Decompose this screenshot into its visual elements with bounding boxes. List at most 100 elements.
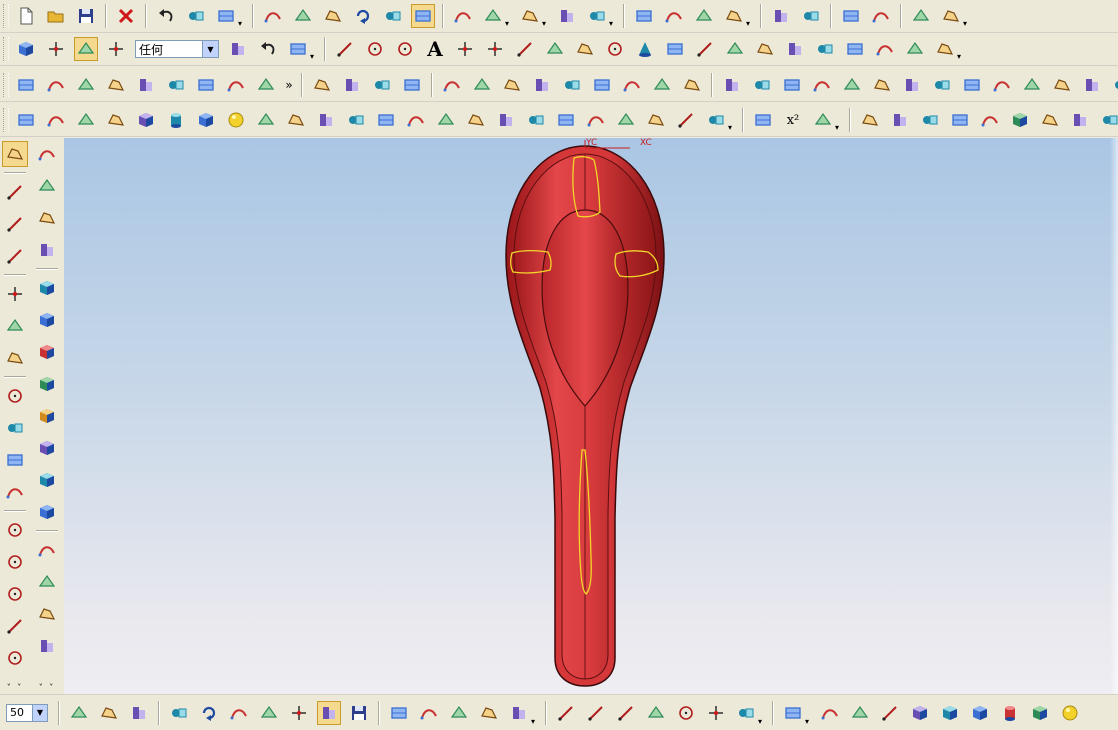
move-view-button[interactable] — [507, 701, 531, 725]
cone-solid-blue-button[interactable] — [1028, 701, 1052, 725]
section-surface-button[interactable] — [194, 73, 218, 97]
pan-button[interactable] — [381, 4, 405, 28]
blend-face-button[interactable] — [34, 569, 60, 595]
orient-button[interactable] — [286, 37, 310, 61]
type-filter-select[interactable]: 任何 ▼ — [135, 40, 219, 58]
feature-cap-button[interactable] — [34, 601, 60, 627]
global-shape-button[interactable] — [530, 73, 554, 97]
circle-button[interactable] — [393, 37, 417, 61]
zoom-button[interactable] — [321, 4, 345, 28]
line-tool-button[interactable] — [2, 179, 28, 205]
face-outline-button[interactable] — [878, 701, 902, 725]
open-button[interactable] — [44, 4, 68, 28]
extension-button[interactable] — [310, 73, 334, 97]
wcs-save-button[interactable] — [347, 701, 371, 725]
replace-button[interactable] — [720, 73, 744, 97]
cube-view-5-button[interactable] — [34, 403, 60, 429]
match-edge-button[interactable] — [620, 73, 644, 97]
tube-button[interactable] — [104, 108, 128, 132]
block-solid-button[interactable] — [908, 701, 932, 725]
slot-button[interactable] — [374, 108, 398, 132]
dropdown-arrow-icon[interactable]: ▾ — [835, 124, 843, 132]
dropdown-arrow-icon[interactable]: ▾ — [957, 53, 965, 61]
radius-button[interactable] — [692, 4, 716, 28]
x-form-button[interactable] — [560, 73, 584, 97]
bridge-curve-button[interactable] — [753, 37, 777, 61]
draft-button[interactable] — [554, 108, 578, 132]
edit-object-button[interactable] — [184, 4, 208, 28]
styled-blend-button[interactable] — [870, 73, 894, 97]
layout-button[interactable] — [34, 141, 60, 167]
refit-button[interactable] — [750, 73, 774, 97]
curve-analysis-button[interactable] — [662, 4, 686, 28]
shape-button[interactable] — [990, 73, 1014, 97]
circle-center-button[interactable] — [2, 549, 28, 575]
save-button[interactable] — [74, 4, 98, 28]
wrap-curve-button[interactable] — [813, 37, 837, 61]
datum-axis-button[interactable] — [674, 108, 698, 132]
axis-tool-button[interactable] — [2, 211, 28, 237]
new-button[interactable] — [14, 4, 38, 28]
draft-face-button[interactable] — [34, 633, 60, 659]
line-sketch-button[interactable] — [554, 701, 578, 725]
zoom-select[interactable]: 50 ▼ — [6, 703, 48, 722]
shell-button[interactable] — [434, 108, 458, 132]
spline-button[interactable] — [693, 37, 717, 61]
wcs-active-button[interactable] — [317, 700, 341, 725]
patch-button[interactable] — [680, 73, 704, 97]
cube-view-1-button[interactable] — [34, 275, 60, 301]
surface-grid-button[interactable] — [14, 73, 38, 97]
pocket-button[interactable] — [314, 108, 338, 132]
sweep-button[interactable] — [74, 108, 98, 132]
curvature-button[interactable] — [1050, 73, 1074, 97]
chamfer-button[interactable] — [614, 108, 638, 132]
spline-sketch-button[interactable] — [614, 701, 638, 725]
silhouette-button[interactable] — [960, 73, 984, 97]
cube-solid-button[interactable] — [968, 701, 992, 725]
expression-button[interactable]: x² — [781, 108, 805, 132]
revolve-button[interactable] — [44, 108, 68, 132]
scroll-arrows[interactable]: ˅ ˅ — [7, 683, 24, 692]
fit-view-button[interactable] — [261, 4, 285, 28]
sew-solid-button[interactable] — [1008, 108, 1032, 132]
arc-button[interactable] — [363, 37, 387, 61]
studio-surface-button[interactable] — [470, 73, 494, 97]
thicken-button[interactable] — [440, 73, 464, 97]
project-curve-button[interactable] — [783, 37, 807, 61]
ellipse-button[interactable] — [603, 37, 627, 61]
wcs-orient-button[interactable] — [227, 701, 251, 725]
ruler-button[interactable] — [704, 108, 728, 132]
layers-button[interactable] — [67, 701, 91, 725]
dropdown-arrow-icon[interactable]: ▾ — [505, 20, 513, 28]
cone-solid-button[interactable] — [194, 108, 218, 132]
undo-arrow-button[interactable] — [256, 37, 280, 61]
dimension-button[interactable] — [2, 243, 28, 269]
face-blend-button[interactable] — [1080, 73, 1104, 97]
hide-button[interactable] — [518, 4, 542, 28]
corner-button[interactable] — [2, 447, 28, 473]
snap-point-button[interactable] — [104, 37, 128, 61]
wcs-dynamic-button[interactable] — [127, 701, 151, 725]
rectangle-button[interactable] — [543, 37, 567, 61]
soft-blend-button[interactable] — [1110, 73, 1118, 97]
dropdown-arrow-icon[interactable]: ▾ — [728, 124, 736, 132]
edge-blend-button[interactable] — [584, 108, 608, 132]
spoon-model[interactable] — [64, 138, 1118, 694]
point-set-button[interactable] — [483, 37, 507, 61]
trim-curve-button[interactable] — [2, 415, 28, 441]
assembly-button[interactable] — [939, 4, 963, 28]
cube-view-3-button[interactable] — [34, 339, 60, 365]
variable-offset-button[interactable] — [1020, 73, 1044, 97]
pattern-button[interactable] — [858, 108, 882, 132]
extract-geometry-button[interactable] — [900, 73, 924, 97]
rotate-button[interactable] — [351, 4, 375, 28]
cylinder-blue-button[interactable] — [998, 701, 1022, 725]
sketch-button[interactable] — [2, 141, 28, 167]
display-properties-button[interactable] — [214, 4, 238, 28]
sphere-button[interactable] — [1058, 701, 1082, 725]
move-face-button[interactable] — [34, 537, 60, 563]
through-curves-button[interactable] — [104, 73, 128, 97]
gear-box-button[interactable] — [34, 237, 60, 263]
point-sketch-button[interactable] — [704, 701, 728, 725]
layer-settings-button[interactable] — [799, 4, 823, 28]
